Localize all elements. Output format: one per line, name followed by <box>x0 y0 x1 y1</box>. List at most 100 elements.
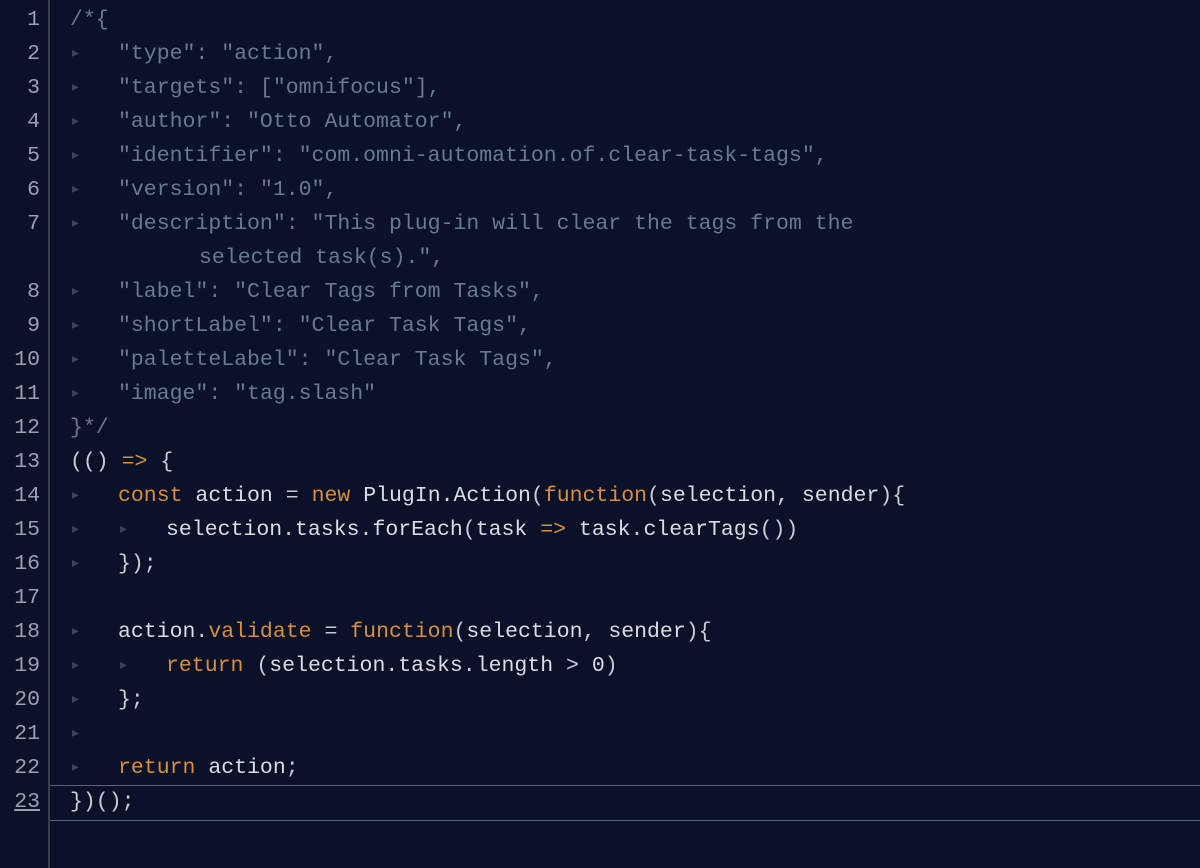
json-key: "description" <box>118 212 286 236</box>
keyword-return: return <box>166 654 243 678</box>
line-number <box>2 241 40 275</box>
code-line[interactable]: ▸"targets": ["omnifocus"], <box>50 71 1200 105</box>
identifier: sender <box>608 620 685 644</box>
comment-open: /*{ <box>70 8 109 32</box>
identifier: clearTags <box>643 518 759 542</box>
json-value: "This plug-in will clear the tags from t… <box>312 212 867 236</box>
identifier: sender <box>802 484 879 508</box>
line-number: 3 <box>2 71 40 105</box>
line-number: 10 <box>2 343 40 377</box>
code-line[interactable]: ▸"paletteLabel": "Clear Task Tags", <box>50 343 1200 377</box>
line-number: 2 <box>2 37 40 71</box>
json-value: "omnifocus" <box>273 76 415 100</box>
indent-guide-icon: ▸ <box>70 683 118 717</box>
json-value: "action" <box>221 42 324 66</box>
punct: , <box>531 280 544 304</box>
punct: , <box>518 314 531 338</box>
json-key: "author" <box>118 110 221 134</box>
code-line[interactable]: }*/ <box>50 411 1200 445</box>
code-line[interactable]: ▸"type": "action", <box>50 37 1200 71</box>
code-line[interactable]: ▸"label": "Clear Tags from Tasks", <box>50 275 1200 309</box>
punct: : <box>234 178 260 202</box>
line-number: 11 <box>2 377 40 411</box>
indent-guide-icon: ▸ <box>70 649 118 683</box>
code-line[interactable]: ▸"shortLabel": "Clear Task Tags", <box>50 309 1200 343</box>
indent-guide-icon: ▸ <box>70 71 118 105</box>
indent-guide-icon: ▸ <box>70 139 118 173</box>
punct: , <box>544 348 557 372</box>
json-key: "type" <box>118 42 195 66</box>
code-line[interactable]: ▸const action = new PlugIn.Action(functi… <box>50 479 1200 513</box>
keyword-function: function <box>544 484 647 508</box>
code-line[interactable]: ▸ <box>50 717 1200 751</box>
identifier: tasks <box>398 654 463 678</box>
line-number: 15 <box>2 513 40 547</box>
json-key: "identifier" <box>118 144 273 168</box>
line-number: 4 <box>2 105 40 139</box>
identifier: validate <box>208 620 311 644</box>
code-line[interactable] <box>50 581 1200 615</box>
code-line[interactable]: /*{ <box>50 3 1200 37</box>
punct: , <box>324 178 337 202</box>
indent-guide-icon: ▸ <box>70 105 118 139</box>
line-number: 20 <box>2 683 40 717</box>
line-number: 21 <box>2 717 40 751</box>
indent-guide-icon: ▸ <box>118 513 166 547</box>
identifier: tasks <box>295 518 360 542</box>
indent-guide-icon: ▸ <box>70 479 118 513</box>
punct: : <box>286 212 312 236</box>
identifier: forEach <box>372 518 462 542</box>
json-key: "label" <box>118 280 208 304</box>
punct: : <box>208 280 234 304</box>
code-line[interactable]: ▸"description": "This plug-in will clear… <box>50 207 1200 241</box>
code-line[interactable]: ▸action.validate = function(selection, s… <box>50 615 1200 649</box>
json-value: "Clear Tags from Tasks" <box>234 280 531 304</box>
json-key: "shortLabel" <box>118 314 273 338</box>
code-line[interactable]: ▸"author": "Otto Automator", <box>50 105 1200 139</box>
json-value: selected task(s)." <box>199 246 431 270</box>
code-editor[interactable]: 1 2 3 4 5 6 7 8 9 10 11 12 13 14 15 16 1… <box>0 0 1200 868</box>
code-line[interactable]: ▸}; <box>50 683 1200 717</box>
code-line[interactable]: ▸▸selection.tasks.forEach(task => task.c… <box>50 513 1200 547</box>
arrow: => <box>122 450 148 474</box>
line-number: 9 <box>2 309 40 343</box>
code-line[interactable]: ▸▸return (selection.tasks.length > 0) <box>50 649 1200 683</box>
identifier: selection <box>269 654 385 678</box>
comment-close: }*/ <box>70 416 109 440</box>
code-line[interactable]: (() => { <box>50 445 1200 479</box>
json-key: "image" <box>118 382 208 406</box>
indent-guide-icon: ▸ <box>70 547 118 581</box>
identifier: PlugIn.Action <box>363 484 531 508</box>
code-line[interactable]: ▸"image": "tag.slash" <box>50 377 1200 411</box>
code-line[interactable]: ▸}); <box>50 547 1200 581</box>
punct: })(); <box>70 790 135 814</box>
line-number-current: 23 <box>2 785 40 819</box>
punct: , <box>324 42 337 66</box>
punct: (() <box>70 450 122 474</box>
punct: : <box>273 144 299 168</box>
json-key: "targets" <box>118 76 234 100</box>
code-line[interactable]: ▸"identifier": "com.omni-automation.of.c… <box>50 139 1200 173</box>
code-line[interactable]: ▸"version": "1.0", <box>50 173 1200 207</box>
line-number: 16 <box>2 547 40 581</box>
json-value: "com.omni-automation.of.clear-task-tags" <box>299 144 815 168</box>
line-number: 22 <box>2 751 40 785</box>
line-number: 14 <box>2 479 40 513</box>
line-number: 5 <box>2 139 40 173</box>
line-number: 7 <box>2 207 40 241</box>
indent-guide-icon: ▸ <box>70 513 118 547</box>
indent-guide-icon: ▸ <box>118 649 166 683</box>
punct: , <box>431 246 444 270</box>
identifier: length <box>476 654 553 678</box>
indent-guide-icon: ▸ <box>70 751 118 785</box>
code-line[interactable]: })(); <box>50 785 1200 819</box>
code-line-wrap[interactable]: selected task(s).", <box>50 241 1200 275</box>
line-number: 12 <box>2 411 40 445</box>
json-value: "1.0" <box>260 178 325 202</box>
code-area[interactable]: /*{ ▸"type": "action", ▸"targets": ["omn… <box>50 0 1200 868</box>
identifier: action <box>118 620 195 644</box>
punct: }); <box>118 552 157 576</box>
code-line[interactable]: ▸return action; <box>50 751 1200 785</box>
line-number: 17 <box>2 581 40 615</box>
indent-guide-icon: ▸ <box>70 207 118 241</box>
